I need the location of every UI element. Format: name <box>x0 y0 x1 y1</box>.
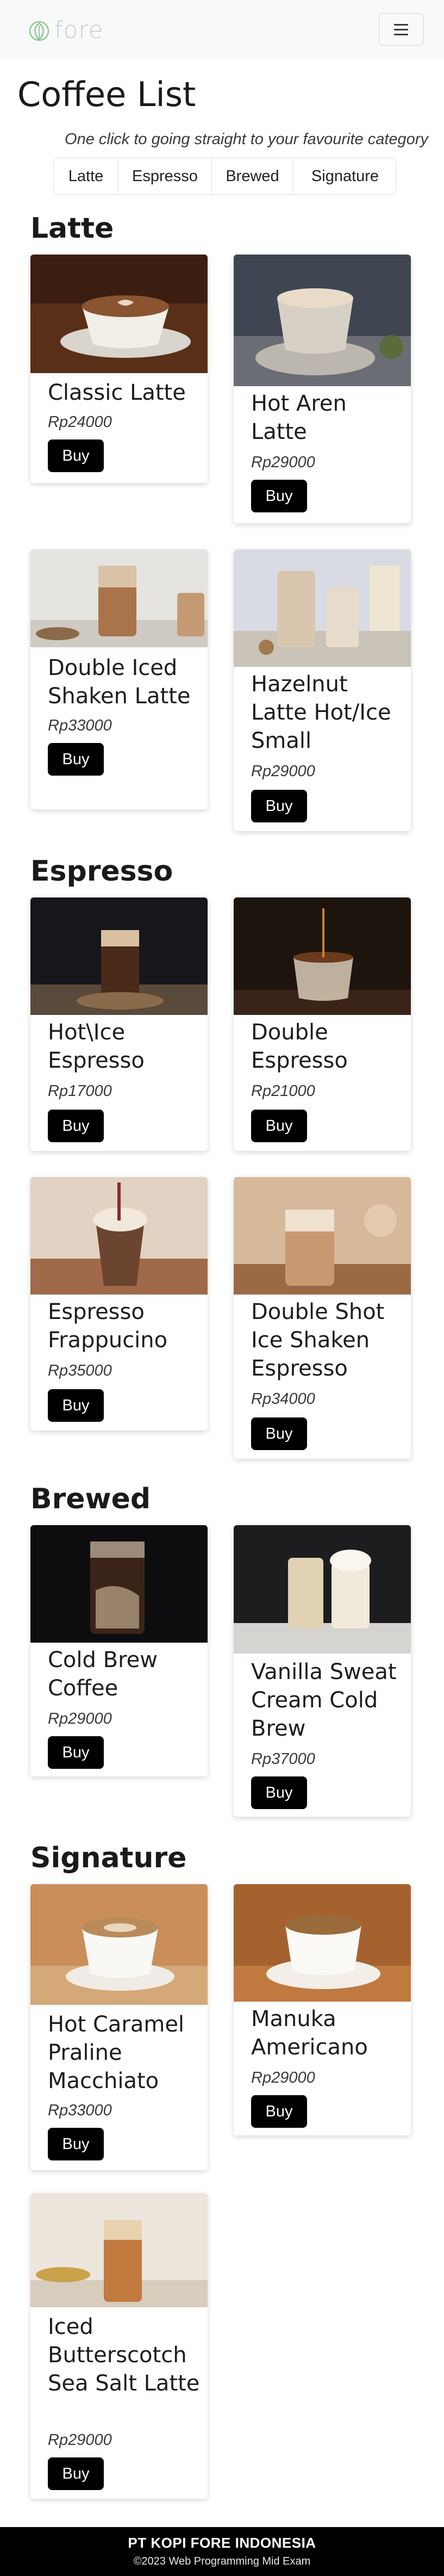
product-card: Double Espresso Rp21000 Buy <box>234 897 411 1151</box>
category-nav: Latte Espresso Brewed Signature <box>53 158 396 195</box>
product-image <box>30 2193 208 2307</box>
product-price: Rp33000 <box>48 717 112 734</box>
buy-button[interactable]: Buy <box>48 1110 104 1142</box>
product-price: Rp29000 <box>48 2431 112 2449</box>
buy-button[interactable]: Buy <box>48 2128 104 2160</box>
product-name: Vanilla Sweat Cream Cold Brew <box>251 1659 397 1741</box>
buy-button[interactable]: Buy <box>48 2457 104 2490</box>
product-price: Rp29000 <box>251 2069 315 2086</box>
product-name: Hot Aren Latte <box>251 391 347 444</box>
buy-button[interactable]: Buy <box>251 2095 307 2128</box>
footer-company: PT KOPI FORE INDONESIA <box>128 2535 316 2551</box>
product-image <box>234 549 411 667</box>
product-image <box>234 897 411 1015</box>
product-image <box>30 255 208 373</box>
product-price: Rp29000 <box>251 763 315 780</box>
product-name: Classic Latte <box>48 380 186 405</box>
product-price: Rp29000 <box>251 454 315 471</box>
product-image <box>30 1525 208 1643</box>
product-price: Rp33000 <box>48 2102 112 2119</box>
product-name: Hazelnut Latte Hot/Ice Small <box>251 672 391 753</box>
product-card: Manuka Americano Rp29000 Buy <box>234 1884 411 2135</box>
product-card: Double Iced Shaken Latte Rp33000 Buy <box>30 549 208 809</box>
product-image <box>30 1177 208 1295</box>
product-name: Espresso Frappucino <box>48 1299 168 1353</box>
product-image <box>30 1884 208 2005</box>
section-title-signature: Signature <box>30 1842 187 1874</box>
navbar: fore <box>0 0 444 60</box>
buy-button[interactable]: Buy <box>251 480 307 512</box>
product-price: Rp29000 <box>48 1710 112 1727</box>
section-title-espresso: Espresso <box>30 855 173 888</box>
buy-button[interactable]: Buy <box>48 743 104 776</box>
product-image <box>234 255 411 386</box>
product-name: Hot Caramel Praline Macchiato <box>48 2012 185 2094</box>
product-name: Manuka Americano <box>251 2007 368 2060</box>
hamburger-menu-icon <box>394 23 408 26</box>
product-name: Cold Brew Coffee <box>48 1648 158 1701</box>
product-card: Vanilla Sweat Cream Cold Brew Rp37000 Bu… <box>234 1525 411 1817</box>
product-price: Rp24000 <box>48 413 112 431</box>
category-link-espresso[interactable]: Espresso <box>118 158 212 194</box>
brand-name: fore <box>54 16 104 44</box>
product-card: Hot\Ice Espresso Rp17000 Buy <box>30 897 208 1151</box>
product-card: Classic Latte Rp24000 Buy <box>30 255 208 483</box>
buy-button[interactable]: Buy <box>251 1110 307 1142</box>
product-price: Rp37000 <box>251 1750 315 1768</box>
product-image <box>30 897 208 1015</box>
product-price: Rp34000 <box>251 1390 315 1408</box>
product-price: Rp35000 <box>48 1362 112 1379</box>
category-tagline: One click to going straight to your favo… <box>65 131 428 148</box>
product-card: Iced Butterscotch Sea Salt Latte Rp29000… <box>30 2193 208 2499</box>
brand-link[interactable]: fore <box>28 18 104 42</box>
footer: PT KOPI FORE INDONESIA ©2023 Web Program… <box>0 2527 444 2576</box>
buy-button[interactable]: Buy <box>48 1736 104 1769</box>
product-card: Hot Caramel Praline Macchiato Rp33000 Bu… <box>30 1884 208 2170</box>
leaf-circle-icon <box>29 21 49 41</box>
product-image <box>30 549 208 647</box>
product-name: Hot\Ice Espresso <box>48 1020 145 1073</box>
buy-button[interactable]: Buy <box>251 1776 307 1809</box>
section-title-brewed: Brewed <box>30 1483 151 1515</box>
menu-toggle-button[interactable] <box>379 13 423 46</box>
buy-button[interactable]: Buy <box>48 439 104 472</box>
buy-button[interactable]: Buy <box>48 1389 104 1422</box>
product-card: Cold Brew Coffee Rp29000 Buy <box>30 1525 208 1776</box>
product-card: Double Shot Ice Shaken Espresso Rp34000 … <box>234 1177 411 1459</box>
product-name: Double Iced Shaken Latte <box>48 655 191 709</box>
buy-button[interactable]: Buy <box>251 1417 307 1450</box>
page-title: Coffee List <box>17 75 196 114</box>
product-card: Espresso Frappucino Rp35000 Buy <box>30 1177 208 1431</box>
product-card: Hazelnut Latte Hot/Ice Small Rp29000 Buy <box>234 549 411 831</box>
section-title-latte: Latte <box>30 212 114 245</box>
product-image <box>234 1525 411 1654</box>
category-link-brewed[interactable]: Brewed <box>212 158 293 194</box>
product-image <box>234 1177 411 1295</box>
category-link-signature[interactable]: Signature <box>293 158 396 194</box>
footer-copyright: ©2023 Web Programming Mid Exam <box>133 2555 311 2567</box>
product-image <box>234 1884 411 2002</box>
product-name: Iced Butterscotch Sea Salt Latte <box>48 2314 200 2396</box>
product-name: Double Shot Ice Shaken Espresso <box>251 1299 385 1381</box>
product-price: Rp17000 <box>48 1082 112 1100</box>
buy-button[interactable]: Buy <box>251 790 307 822</box>
product-name: Double Espresso <box>251 1020 348 1073</box>
product-card: Hot Aren Latte Rp29000 Buy <box>234 255 411 523</box>
product-price: Rp21000 <box>251 1082 315 1100</box>
category-link-latte[interactable]: Latte <box>54 158 118 194</box>
